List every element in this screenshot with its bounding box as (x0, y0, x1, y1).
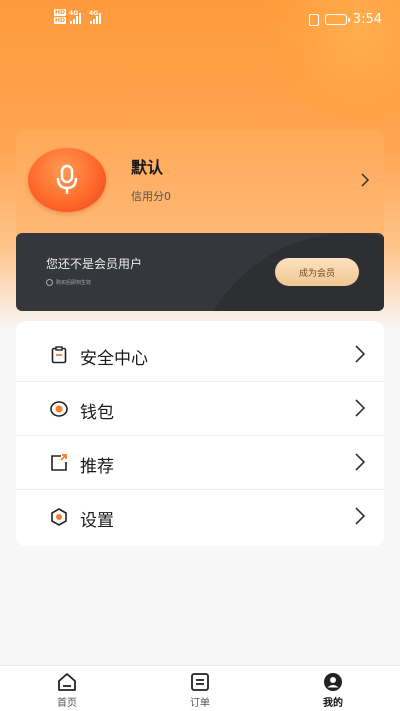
membership-banner: 您还不是会员用户 购买后即刻生效 成为会员 (16, 233, 384, 311)
membership-title: 您还不是会员用户 (46, 257, 143, 271)
menu-item-wallet[interactable]: 钱包 (16, 382, 384, 436)
menu-item-label: 推荐 (80, 457, 114, 477)
clock-icon (46, 279, 53, 286)
avatar[interactable] (28, 148, 106, 212)
battery-icon (324, 14, 350, 25)
home-icon (58, 673, 76, 691)
share-icon (51, 454, 67, 471)
membership-subtitle: 购买后即刻生效 (46, 279, 91, 286)
menu-item-label: 钱包 (80, 403, 114, 423)
signal-icon: 4G (69, 10, 86, 24)
menu-item-settings[interactable]: 设置 (16, 490, 384, 544)
chevron-right-icon[interactable] (360, 173, 370, 187)
settings-hexagon-icon (51, 508, 67, 526)
menu-item-security-center[interactable]: 安全中心 (16, 328, 384, 382)
tab-orders[interactable]: 订单 (160, 666, 240, 711)
chevron-right-icon (355, 345, 366, 363)
tab-label: 我的 (323, 698, 343, 709)
become-member-button[interactable]: 成为会员 (275, 258, 359, 286)
menu-item-label: 安全中心 (80, 349, 148, 369)
chevron-right-icon (355, 453, 366, 471)
status-left: HD HD 4G 4G (54, 9, 106, 24)
menu-item-label: 设置 (80, 511, 114, 531)
menu-item-recommend[interactable]: 推荐 (16, 436, 384, 490)
chevron-right-icon (355, 507, 366, 525)
profile-icon (324, 673, 342, 691)
tab-label: 首页 (57, 698, 77, 709)
signal-icon: 4G (89, 10, 106, 24)
microphone-icon (56, 164, 78, 194)
order-list-icon (191, 673, 209, 691)
tab-home[interactable]: 首页 (27, 666, 107, 711)
bottom-tab-bar: 首页 订单 我的 (0, 665, 400, 711)
tab-label: 订单 (190, 698, 210, 709)
credit-score: 信用分0 (131, 190, 171, 203)
status-bar: HD HD 4G 4G 3:54 (0, 0, 400, 40)
chevron-right-icon (355, 399, 366, 417)
hd-badge: HD (54, 9, 67, 16)
tab-mine[interactable]: 我的 (293, 666, 373, 711)
menu-list: 安全中心 钱包 推荐 设置 (16, 321, 384, 546)
wallet-icon (50, 401, 68, 417)
status-right: 3:54 (308, 12, 382, 27)
clipboard-icon (51, 346, 67, 364)
profile-card[interactable]: 默认 信用分0 (16, 130, 384, 234)
vibrate-icon (308, 13, 319, 26)
user-name: 默认 (131, 158, 164, 177)
hd-badge: HD (54, 17, 67, 24)
clock-time: 3:54 (352, 12, 382, 27)
